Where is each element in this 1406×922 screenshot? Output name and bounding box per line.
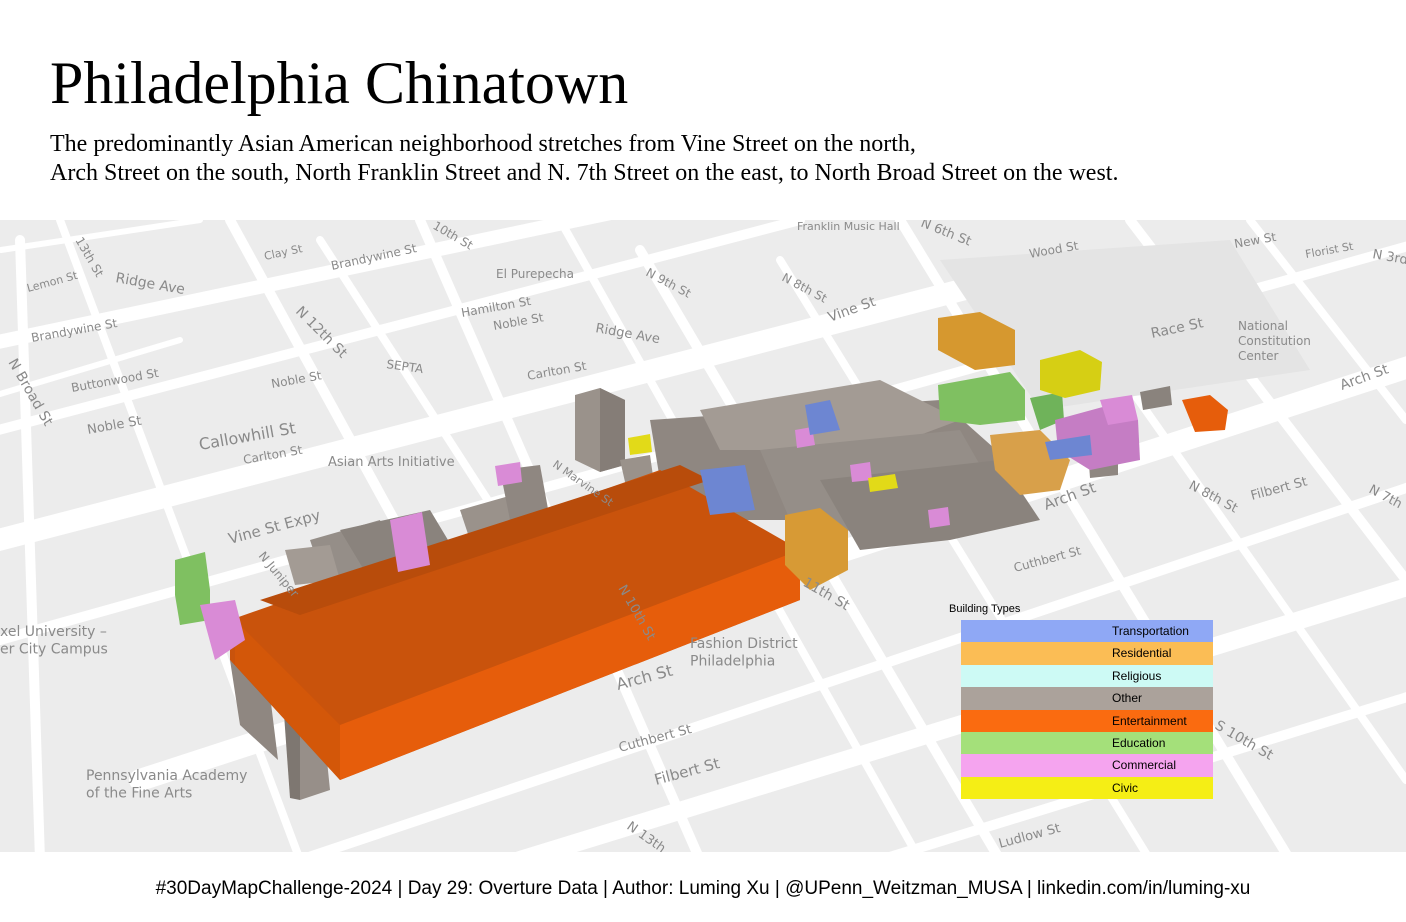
map-label: xel University – er City Campus	[0, 624, 108, 658]
map-label: El Purepecha	[496, 267, 574, 281]
map-label: Asian Arts Initiative	[328, 455, 455, 470]
legend-item-label: Transportation	[1112, 624, 1189, 638]
footer-credits: #30DayMapChallenge-2024 | Day 29: Overtu…	[155, 878, 1251, 899]
legend-item-residential: Residential	[961, 642, 1213, 665]
legend-item-religious: Religious	[961, 664, 1213, 688]
legend: Building Types Transportation Residential…	[949, 603, 1213, 800]
basemap-3d[interactable]: 13th St Lemon St Ridge Ave Clay St Brand…	[0, 220, 1406, 852]
map-title: Philadelphia Chinatown	[50, 50, 629, 116]
legend-item-label: Commercial	[1112, 758, 1177, 773]
map-subtitle: The predominantly Asian American neighbo…	[50, 130, 1350, 188]
legend-item-label: Other	[1112, 691, 1143, 706]
legend-title: Building Types	[949, 603, 1021, 615]
legend-item-commercial: Commercial	[961, 754, 1213, 777]
subtitle-line-2: Arch Street on the south, North Franklin…	[50, 160, 1119, 186]
legend-item-civic: Civic	[961, 776, 1213, 800]
legend-item-transportation: Transportation	[961, 620, 1213, 643]
legend-item-label: Education	[1112, 735, 1166, 750]
subtitle-line-1: The predominantly Asian American neighbo…	[50, 131, 916, 157]
legend-item-label: Entertainment	[1112, 713, 1187, 728]
legend-item-label: Religious	[1112, 668, 1162, 683]
legend-item-other: Other	[961, 687, 1213, 710]
legend-item-label: Civic	[1112, 780, 1138, 795]
map-label: Franklin Music Hall	[797, 220, 900, 233]
legend-item-label: Residential	[1112, 646, 1172, 661]
legend-item-entertainment: Entertainment	[961, 709, 1213, 732]
legend-item-education: Education	[961, 731, 1213, 755]
